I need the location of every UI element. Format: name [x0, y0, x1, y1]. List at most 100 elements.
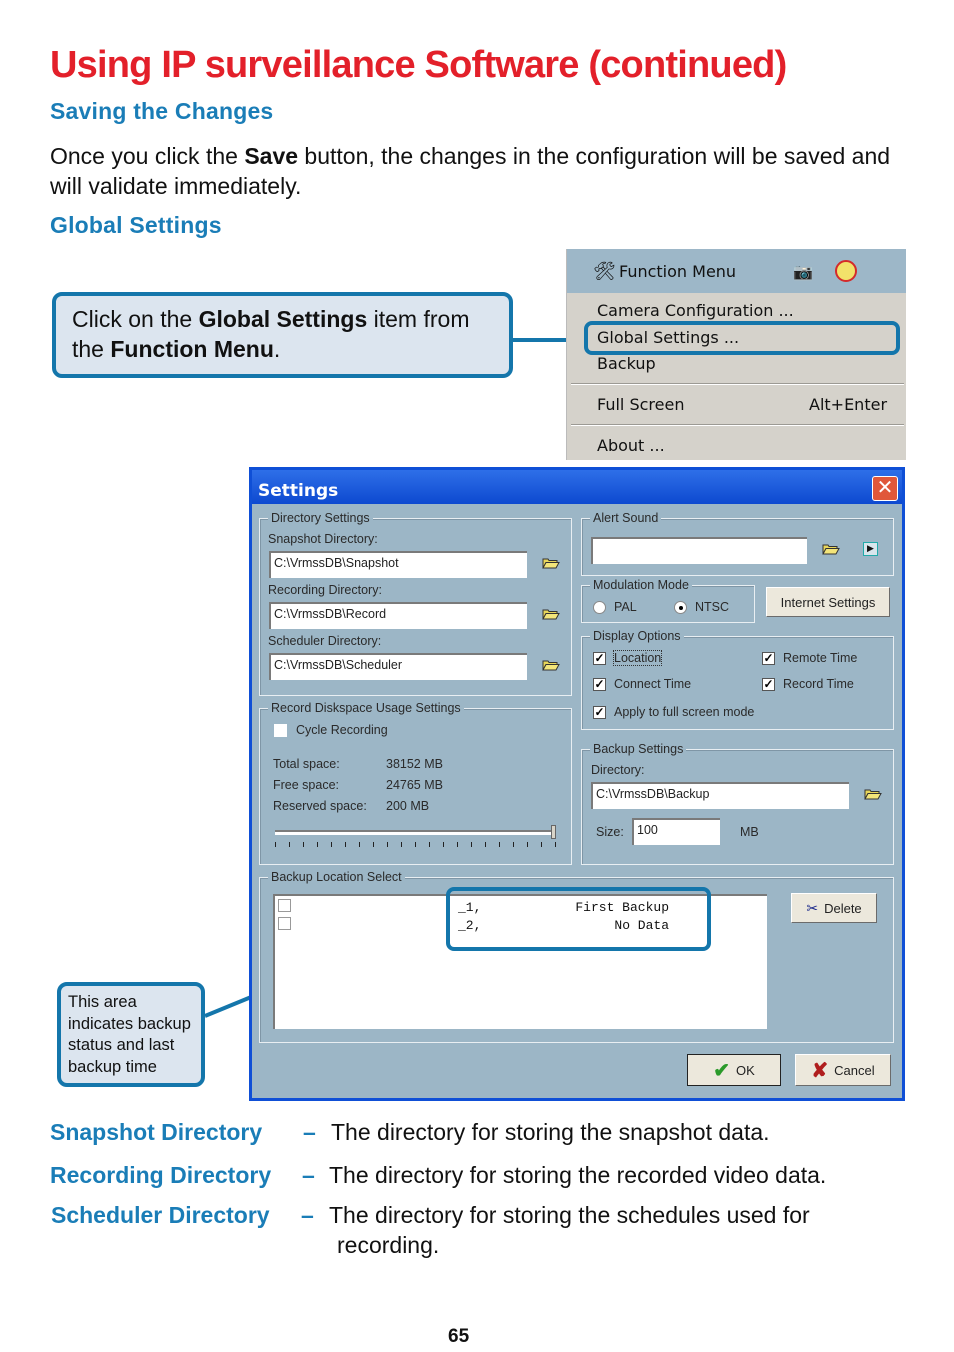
- menu-item-full-screen[interactable]: Full Screen: [597, 395, 684, 414]
- group-label: Display Options: [590, 629, 684, 643]
- slider-tick: [275, 842, 276, 847]
- folder-open-icon[interactable]: [822, 543, 840, 555]
- slider-ticks: [275, 842, 557, 848]
- radio-ntsc[interactable]: [674, 601, 687, 614]
- definition-dash: –: [301, 1202, 314, 1229]
- group-backup-settings: Backup Settings Directory: C:\VrmssDB\Ba…: [581, 742, 894, 865]
- backup-size-input[interactable]: 100: [632, 818, 720, 845]
- recording-directory-label: Recording Directory:: [268, 583, 382, 597]
- radio-pal[interactable]: [593, 601, 606, 614]
- ok-button[interactable]: ✔ OK: [687, 1054, 781, 1086]
- slider-tick: [513, 842, 514, 847]
- dash: –: [302, 1162, 315, 1188]
- no-sound-icon[interactable]: [835, 260, 857, 282]
- group-alert-sound: Alert Sound ▶: [581, 511, 894, 576]
- function-menu-title: Function Menu: [619, 261, 737, 281]
- menu-separator: [571, 424, 904, 426]
- backup-size-label: Size:: [596, 825, 624, 839]
- slider-tick: [317, 842, 318, 847]
- backup-directory-input[interactable]: C:\VrmssDB\Backup: [591, 782, 849, 809]
- definition-scheduler: Scheduler Directory: [51, 1202, 270, 1229]
- slider-tick: [471, 842, 472, 847]
- slider-tick: [429, 842, 430, 847]
- location-checkbox[interactable]: ✓: [593, 652, 606, 665]
- folder-open-icon[interactable]: [864, 788, 882, 800]
- definition-dash: –: [302, 1162, 315, 1189]
- slider-tick: [359, 842, 360, 847]
- checkmark-icon: ✔: [713, 1059, 730, 1082]
- alert-sound-input[interactable]: [591, 537, 807, 564]
- function-menu: 🛠 Function Menu 📷 Camera Configuration .…: [566, 249, 906, 460]
- cancel-label: Cancel: [834, 1062, 875, 1078]
- reserved-space-label: Reserved space:: [273, 799, 367, 813]
- callout-backup: This area indicates backup status and la…: [57, 982, 205, 1087]
- definition-recording: Recording Directory: [50, 1162, 271, 1189]
- menu-item-camera-configuration[interactable]: Camera Configuration ...: [597, 301, 794, 320]
- internet-settings-button[interactable]: Internet Settings: [766, 587, 890, 617]
- tools-icon: 🛠: [593, 260, 616, 282]
- definition-dash: –: [303, 1119, 316, 1146]
- folder-open-icon[interactable]: [542, 608, 560, 620]
- radio-ntsc-label: NTSC: [695, 600, 730, 614]
- snapshot-directory-label: Snapshot Directory:: [268, 532, 378, 546]
- slider-tick: [387, 842, 388, 847]
- close-icon: ✕: [876, 475, 894, 499]
- group-display-options: Display Options ✓ Location ✓ Remote Time…: [581, 629, 894, 730]
- scheduler-directory-input[interactable]: C:\VrmssDB\Scheduler: [269, 653, 527, 680]
- menu-separator: [571, 383, 904, 385]
- slider-tick: [527, 842, 528, 847]
- connect-time-checkbox[interactable]: ✓: [593, 678, 606, 691]
- close-button[interactable]: ✕: [872, 476, 898, 501]
- free-space-value: 24765 MB: [386, 778, 443, 792]
- reserved-space-slider-thumb[interactable]: [551, 825, 556, 839]
- free-space-label: Free space:: [273, 778, 340, 792]
- cycle-recording-label: Cycle Recording: [296, 723, 388, 737]
- slider-tick: [401, 842, 402, 847]
- backup-row-checkbox[interactable]: [278, 917, 291, 930]
- recording-directory-input[interactable]: C:\VrmssDB\Record: [269, 602, 527, 629]
- highlight-global-settings: [584, 321, 900, 355]
- menu-shortcut-full-screen: Alt+Enter: [809, 395, 888, 414]
- backup-row-checkbox[interactable]: [278, 899, 291, 912]
- definition-term: Snapshot Directory: [50, 1119, 263, 1145]
- menu-item-backup[interactable]: Backup: [597, 354, 656, 373]
- cancel-button[interactable]: ✘ Cancel: [795, 1054, 891, 1086]
- ok-label: OK: [735, 1062, 755, 1078]
- total-space-value: 38152 MB: [386, 757, 443, 771]
- group-modulation-mode: Modulation Mode PAL NTSC: [581, 578, 755, 623]
- group-label: Backup Settings: [590, 742, 687, 756]
- apply-full-screen-checkbox[interactable]: ✓: [593, 706, 606, 719]
- slider-tick: [345, 842, 346, 847]
- play-sound-button[interactable]: ▶: [863, 542, 878, 556]
- definition-desc-cont: recording.: [337, 1232, 440, 1258]
- settings-title: Settings: [258, 481, 339, 501]
- group-label: Modulation Mode: [590, 578, 692, 592]
- slider-tick: [499, 842, 500, 847]
- menu-item-about[interactable]: About ...: [597, 436, 665, 455]
- definition-snapshot: Snapshot Directory: [50, 1119, 262, 1146]
- reserved-space-slider-track[interactable]: [275, 830, 555, 835]
- slider-tick: [555, 842, 556, 847]
- camera-icon[interactable]: 📷: [793, 262, 813, 281]
- delete-button[interactable]: ✂ Delete: [791, 893, 877, 923]
- record-time-checkbox[interactable]: ✓: [762, 678, 775, 691]
- group-label: Alert Sound: [590, 511, 662, 525]
- backup-directory-label: Directory:: [591, 763, 645, 777]
- slider-tick: [415, 842, 416, 847]
- slider-tick: [457, 842, 458, 847]
- apply-full-screen-label: Apply to full screen mode: [614, 705, 755, 719]
- radio-pal-label: PAL: [614, 600, 637, 614]
- folder-open-icon[interactable]: [542, 557, 560, 569]
- dash: –: [303, 1119, 316, 1145]
- slider-tick: [303, 842, 304, 847]
- folder-open-icon[interactable]: [542, 659, 560, 671]
- definition-term: Recording Directory: [50, 1162, 272, 1188]
- remote-time-checkbox[interactable]: ✓: [762, 652, 775, 665]
- cycle-recording-checkbox[interactable]: [274, 724, 287, 737]
- settings-title-bar: Settings ✕: [252, 470, 902, 504]
- snapshot-directory-input[interactable]: C:\VrmssDB\Snapshot: [269, 551, 527, 578]
- slider-tick: [485, 842, 486, 847]
- highlight-backup-status: [446, 887, 711, 951]
- function-menu-header: 🛠 Function Menu 📷: [567, 249, 906, 293]
- play-icon: ▶: [867, 543, 874, 553]
